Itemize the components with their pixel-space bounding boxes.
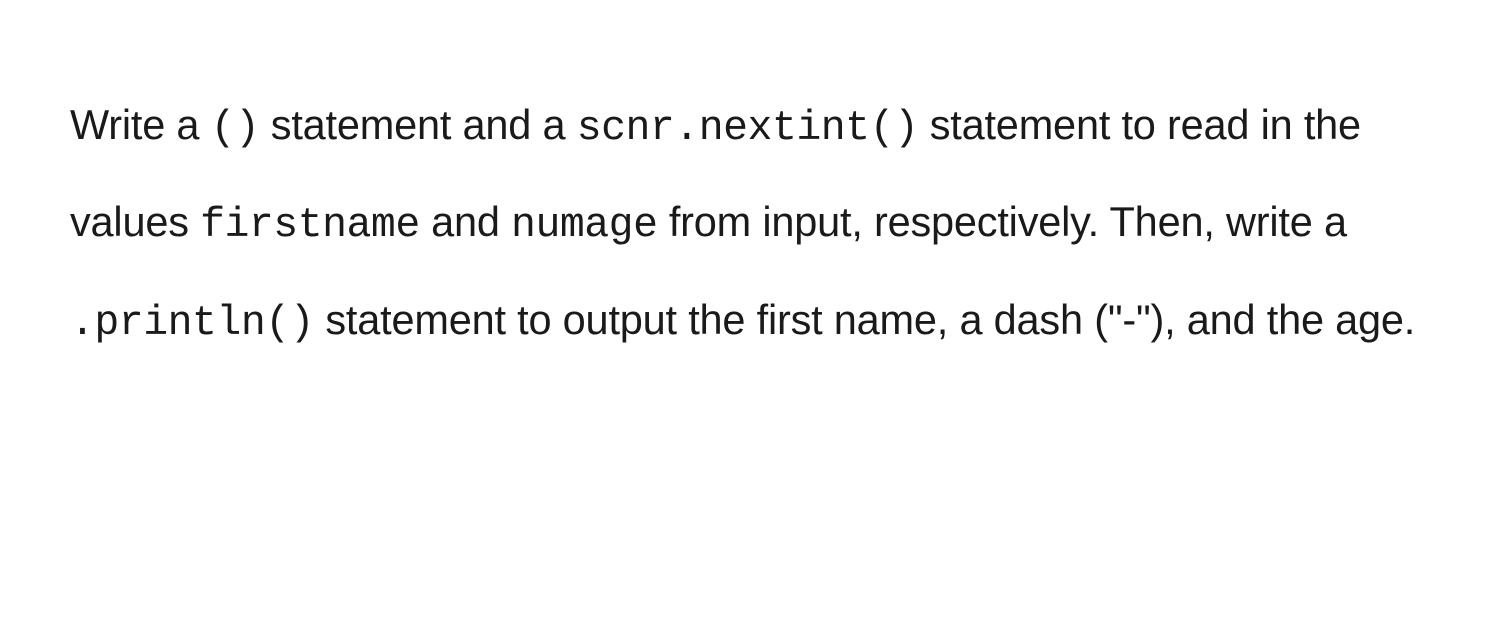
text-segment: Write a bbox=[70, 101, 211, 148]
code-segment: firstname bbox=[200, 202, 420, 249]
text-segment: from input, respectively. Then, write a bbox=[657, 198, 1346, 245]
code-segment: numage bbox=[511, 202, 657, 249]
instruction-paragraph: Write a () statement and a scnr.nextint(… bbox=[70, 78, 1430, 370]
code-segment: () bbox=[211, 105, 260, 152]
text-segment: statement to output the first name, a da… bbox=[314, 296, 1415, 343]
code-segment: .println() bbox=[70, 300, 314, 347]
text-segment: statement and a bbox=[259, 101, 576, 148]
code-segment: scnr.nextint() bbox=[577, 105, 919, 152]
text-segment: and bbox=[420, 198, 511, 245]
